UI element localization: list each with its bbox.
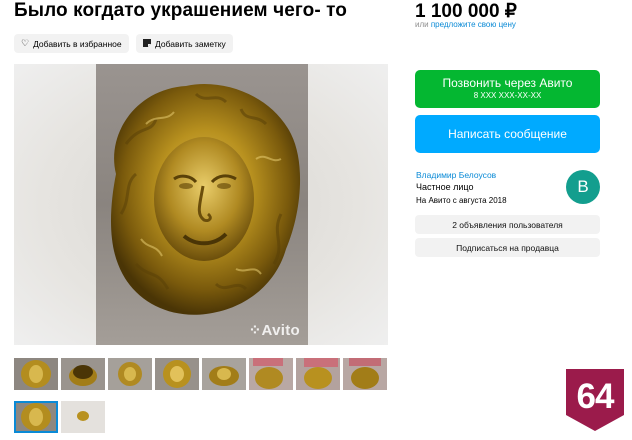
seller-since: На Авито с августа 2018 [416, 196, 507, 205]
offer-price-link[interactable]: предложите свою цену [431, 20, 516, 29]
call-via-avito-button[interactable]: Позвонить через Авито 8 XXX XXX-XX-XX [415, 70, 600, 108]
watermark-text: Avito [261, 322, 300, 339]
seller-type: Частное лицо [416, 182, 474, 192]
subscribe-seller-button[interactable]: Подписаться на продавца [415, 238, 600, 257]
add-note-button[interactable]: Добавить заметку [136, 34, 233, 53]
main-photo[interactable]: ⁘Avito [14, 64, 388, 345]
thumbnail-5[interactable] [202, 358, 246, 390]
price-offer-line: или предложите свою цену [415, 20, 516, 29]
call-label: Позвонить через Авито [442, 76, 573, 90]
thumbnail-6[interactable] [249, 358, 293, 390]
thumbnail-9[interactable] [14, 401, 58, 433]
add-to-favorites-button[interactable]: ♡ Добавить в избранное [14, 34, 129, 53]
offer-prefix: или [415, 20, 431, 29]
thumbnail-8[interactable] [343, 358, 387, 390]
add-to-favorites-label: Добавить в избранное [33, 38, 122, 49]
seller-avatar[interactable]: В [566, 170, 600, 204]
note-icon [143, 38, 151, 49]
add-note-label: Добавить заметку [155, 38, 226, 49]
listing-title: Было когдато украшением чего- то [14, 0, 347, 21]
bronze-face-ornament-image [111, 84, 301, 315]
call-number: 8 XXX XXX-XX-XX [473, 91, 542, 100]
write-message-button[interactable]: Написать сообщение [415, 115, 600, 153]
site-logo-badge: 64 [566, 369, 624, 431]
seller-name-link[interactable]: Владимир Белоусов [416, 170, 496, 180]
thumbnail-4[interactable] [155, 358, 199, 390]
badge-number: 64 [576, 377, 615, 416]
thumbnail-7[interactable] [296, 358, 340, 390]
thumbnail-10[interactable] [61, 401, 105, 433]
thumbnail-2[interactable] [61, 358, 105, 390]
avito-watermark: ⁘Avito [248, 322, 300, 339]
heart-icon: ♡ [21, 38, 30, 48]
user-ads-button[interactable]: 2 объявления пользователя [415, 215, 600, 234]
thumbnail-3[interactable] [108, 358, 152, 390]
thumbnail-1[interactable] [14, 358, 58, 390]
